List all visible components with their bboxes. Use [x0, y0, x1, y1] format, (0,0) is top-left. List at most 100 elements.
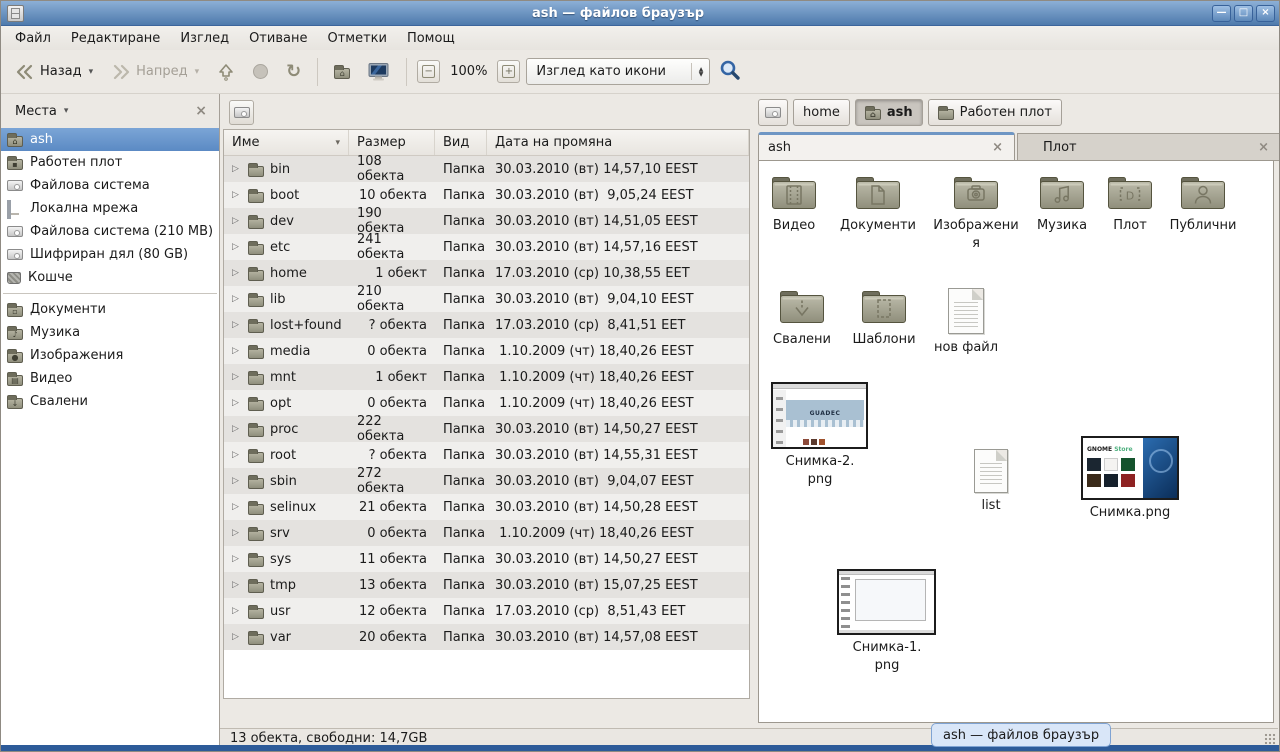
sidebar-item-pictures[interactable]: ● Изображения [1, 344, 219, 367]
folder-label[interactable]: Изображения [931, 217, 1021, 252]
table-row[interactable]: ▷etc241 обектаПапка30.03.2010 (вт) 14,57… [224, 234, 749, 260]
combo-spinner-icon[interactable]: ▲▼ [699, 67, 704, 77]
expander-icon[interactable]: ▷ [232, 242, 242, 252]
expander-icon[interactable]: ▷ [232, 528, 242, 538]
expander-icon[interactable]: ▷ [232, 398, 242, 408]
resize-grip[interactable] [1264, 733, 1276, 745]
documents-folder-icon[interactable] [855, 175, 901, 211]
forward-dropdown-icon[interactable]: ▾ [195, 67, 200, 77]
expander-icon[interactable]: ▷ [232, 424, 242, 434]
zoom-in-button[interactable]: + [497, 60, 520, 83]
pictures-folder-icon[interactable] [953, 175, 999, 211]
expander-icon[interactable]: ▷ [232, 606, 242, 616]
table-row[interactable]: ▷var20 обектаПапка30.03.2010 (вт) 14,57,… [224, 624, 749, 650]
templates-folder-icon[interactable] [861, 289, 907, 325]
table-row[interactable]: ▷tmp13 обектаПапка30.03.2010 (вт) 15,07,… [224, 572, 749, 598]
expander-icon[interactable]: ▷ [232, 632, 242, 642]
file-label[interactable]: нов файл [921, 339, 1011, 357]
forward-button[interactable]: Напред ▾ [105, 60, 205, 84]
sidebar-item-encrypted[interactable]: Шифриран дял (80 GB) [1, 243, 219, 266]
expander-icon[interactable]: ▷ [232, 320, 242, 330]
expander-icon[interactable]: ▷ [232, 554, 242, 564]
column-header-modified[interactable]: Дата на промяна [487, 130, 749, 155]
up-button[interactable] [211, 59, 241, 85]
table-row[interactable]: ▷sbin272 обектаПапка30.03.2010 (вт) 9,04… [224, 468, 749, 494]
table-row[interactable]: ▷usr12 обектаПапка17.03.2010 (ср) 8,51,4… [224, 598, 749, 624]
expander-icon[interactable]: ▷ [232, 294, 242, 304]
sidebar-item-ash[interactable]: ⌂ ash [1, 128, 219, 151]
expander-icon[interactable]: ▷ [232, 164, 242, 174]
menu-go[interactable]: Отиване [239, 26, 317, 50]
menu-view[interactable]: Изглед [170, 26, 239, 50]
breadcrumb-desktop-button[interactable]: Работен плот [928, 99, 1062, 126]
table-row[interactable]: ▷root? обектаПапка30.03.2010 (вт) 14,55,… [224, 442, 749, 468]
sidebar-item-filesystem-210[interactable]: Файлова система (210 MB) [1, 220, 219, 243]
sidebar-item-music[interactable]: ♪ Музика [1, 321, 219, 344]
maximize-button[interactable]: □ [1234, 5, 1253, 22]
table-row[interactable]: ▷selinux21 обектаПапка30.03.2010 (вт) 14… [224, 494, 749, 520]
column-header-name[interactable]: Име ▾ [224, 130, 349, 155]
image-thumbnail-snimka[interactable]: GNOME Store [1081, 436, 1179, 500]
videos-folder-icon[interactable] [771, 175, 817, 211]
folder-label[interactable]: Видео [749, 217, 839, 235]
reload-button[interactable]: ↻ [280, 59, 307, 85]
table-row[interactable]: ▷opt0 обектаПапка 1.10.2009 (чт) 18,40,2… [224, 390, 749, 416]
sidebar-item-desktop[interactable]: ▪ Работен плот [1, 151, 219, 174]
expander-icon[interactable]: ▷ [232, 372, 242, 382]
sidebar-item-downloads[interactable]: ↓ Свалени [1, 390, 219, 413]
expander-icon[interactable]: ▷ [232, 450, 242, 460]
expander-icon[interactable]: ▷ [232, 190, 242, 200]
tab-close-icon[interactable]: × [1256, 140, 1271, 155]
column-header-type[interactable]: Вид [435, 130, 487, 155]
image-thumbnail-snimka-1[interactable] [837, 569, 936, 635]
breadcrumb-root-button[interactable] [758, 99, 788, 126]
table-row[interactable]: ▷srv0 обектаПапка 1.10.2009 (чт) 18,40,2… [224, 520, 749, 546]
tab-close-icon[interactable]: × [990, 140, 1005, 155]
back-dropdown-icon[interactable]: ▾ [89, 67, 94, 77]
table-row[interactable]: ▷sys11 обектаПапка30.03.2010 (вт) 14,50,… [224, 546, 749, 572]
expander-icon[interactable]: ▷ [232, 216, 242, 226]
back-button[interactable]: Назад ▾ [9, 60, 99, 84]
text-file-icon[interactable] [974, 449, 1008, 493]
home-button[interactable]: ⌂ [328, 60, 356, 83]
places-selector[interactable]: Места ▾ [9, 101, 74, 122]
table-row[interactable]: ▷lib210 обектаПапка30.03.2010 (вт) 9,04,… [224, 286, 749, 312]
folder-label[interactable]: Шаблони [839, 331, 929, 349]
downloads-folder-icon[interactable] [779, 289, 825, 325]
tab-ash[interactable]: ash × [758, 132, 1015, 160]
table-row[interactable]: ▷mnt1 обектПапка 1.10.2009 (чт) 18,40,26… [224, 364, 749, 390]
stop-button[interactable] [247, 60, 274, 83]
sidebar-item-trash[interactable]: Кошче [1, 266, 219, 289]
menu-help[interactable]: Помощ [397, 26, 465, 50]
table-row[interactable]: ▷proc222 обектаПапка30.03.2010 (вт) 14,5… [224, 416, 749, 442]
expander-icon[interactable]: ▷ [232, 476, 242, 486]
sidebar-close-icon[interactable]: × [191, 103, 211, 119]
table-row[interactable]: ▷boot10 обектаПапка30.03.2010 (вт) 9,05,… [224, 182, 749, 208]
expander-icon[interactable]: ▷ [232, 580, 242, 590]
minimize-button[interactable]: — [1212, 5, 1231, 22]
titlebar[interactable]: ash — файлов браузър — □ × [1, 1, 1279, 26]
sidebar-item-videos[interactable]: ▤ Видео [1, 367, 219, 390]
view-mode-select[interactable]: Изглед като икони ▲▼ [526, 58, 710, 85]
sidebar-item-network[interactable]: Локална мрежа [1, 197, 219, 220]
sidebar-item-documents[interactable]: ▫ Документи [1, 298, 219, 321]
table-row[interactable]: ▷home1 обектПапка17.03.2010 (ср) 10,38,5… [224, 260, 749, 286]
menu-edit[interactable]: Редактиране [61, 26, 170, 50]
file-label[interactable]: Снимка-2.png [784, 453, 856, 488]
breadcrumb-ash-button[interactable]: ⌂ ash [855, 99, 923, 126]
zoom-out-button[interactable]: − [417, 60, 440, 83]
desktop-folder-icon[interactable]: D [1107, 175, 1153, 211]
image-thumbnail-snimka-2[interactable]: GUADEC [771, 382, 868, 449]
search-button[interactable] [716, 56, 744, 88]
computer-button[interactable] [362, 59, 396, 85]
expander-icon[interactable]: ▷ [232, 502, 242, 512]
folder-label[interactable]: Публични [1158, 217, 1248, 235]
column-header-size[interactable]: Размер [349, 130, 435, 155]
file-label[interactable]: list [946, 497, 1036, 515]
file-label[interactable]: Снимка.png [1085, 504, 1175, 522]
table-row[interactable]: ▷lost+found? обектаПапка17.03.2010 (ср) … [224, 312, 749, 338]
tab-desktop[interactable]: Плот × [1017, 133, 1280, 161]
folder-label[interactable]: Документи [833, 217, 923, 235]
table-row[interactable]: ▷dev190 обектаПапка30.03.2010 (вт) 14,51… [224, 208, 749, 234]
text-file-icon[interactable] [948, 288, 984, 334]
